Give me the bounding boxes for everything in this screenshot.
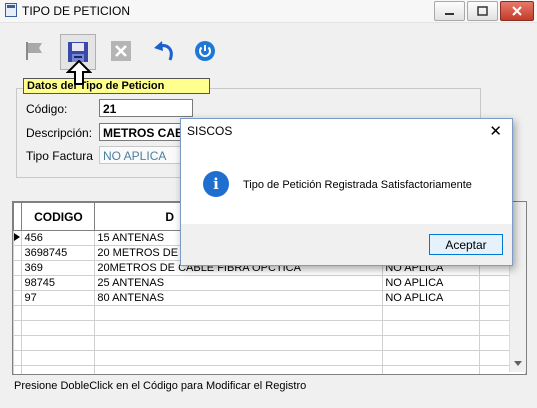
cell-tipo[interactable]: NO APLICA: [382, 290, 480, 306]
cell-codigo[interactable]: 98745: [21, 275, 96, 291]
cell-codigo[interactable]: 456: [21, 230, 96, 246]
dialog-close-icon[interactable]: ✕: [489, 122, 502, 140]
mouse-cursor-icon: [66, 60, 92, 85]
cell-codigo[interactable]: 97: [21, 290, 96, 306]
power-icon: [195, 41, 215, 61]
app-window-icon: [5, 3, 17, 17]
cell-descripcion[interactable]: 25 ANTENAS: [94, 275, 384, 291]
undo-arrow-icon: [154, 41, 173, 61]
status-hint: Presione DobleClick en el Código para Mo…: [14, 380, 307, 392]
cell-codigo[interactable]: 369: [21, 260, 96, 276]
maximize-button[interactable]: [467, 1, 498, 21]
cell-tipo[interactable]: NO APLICA: [382, 275, 480, 291]
x-icon: [111, 41, 131, 61]
table-row-empty[interactable]: [13, 305, 526, 321]
table-row-empty[interactable]: [13, 320, 526, 336]
tooltip: Datos del Tipo de Peticion: [23, 78, 210, 94]
dialog-title: SISCOS: [187, 124, 233, 138]
undo-button[interactable]: [146, 34, 180, 68]
descripcion-label: Descripción:: [26, 126, 93, 140]
table-row-empty[interactable]: [13, 365, 526, 374]
new-button[interactable]: [18, 34, 52, 68]
accept-button[interactable]: Aceptar: [429, 234, 503, 255]
cell-codigo[interactable]: 3698745: [21, 245, 96, 261]
table-row-empty[interactable]: [13, 335, 526, 351]
tipo-factura-label: Tipo Factura: [26, 149, 93, 163]
dialog-footer: Aceptar: [181, 224, 512, 265]
scroll-down-arrow-icon[interactable]: [514, 361, 522, 367]
power-button[interactable]: [188, 34, 222, 68]
descripcion-field[interactable]: METROS CAB: [99, 123, 189, 141]
table-row[interactable]: 98745 25 ANTENAS NO APLICA: [13, 275, 526, 291]
codigo-label: Código:: [26, 102, 68, 116]
flag-icon: [26, 42, 42, 60]
codigo-field[interactable]: 21: [99, 99, 193, 117]
dialog-message: Tipo de Petición Registrada Satisfactori…: [243, 179, 472, 191]
toolbar: [18, 34, 238, 70]
window-close-button[interactable]: [500, 1, 534, 21]
delete-button[interactable]: [104, 34, 138, 68]
tipo-factura-select[interactable]: NO APLICA: [99, 146, 189, 164]
window-title: TIPO DE PETICION: [22, 4, 131, 18]
title-bar: TIPO DE PETICION: [0, 0, 537, 23]
table-row-empty[interactable]: [13, 350, 526, 366]
cell-descripcion[interactable]: 80 ANTENAS: [94, 290, 384, 306]
row-indicator-header: [13, 202, 23, 231]
current-row-indicator: [13, 230, 23, 246]
table-row[interactable]: 97 80 ANTENAS NO APLICA: [13, 290, 526, 306]
message-dialog: SISCOS ✕ i Tipo de Petición Registrada S…: [180, 118, 513, 266]
minimize-button[interactable]: [434, 1, 465, 21]
col-codigo-header[interactable]: CODIGO: [21, 202, 96, 231]
info-icon: i: [203, 171, 229, 197]
